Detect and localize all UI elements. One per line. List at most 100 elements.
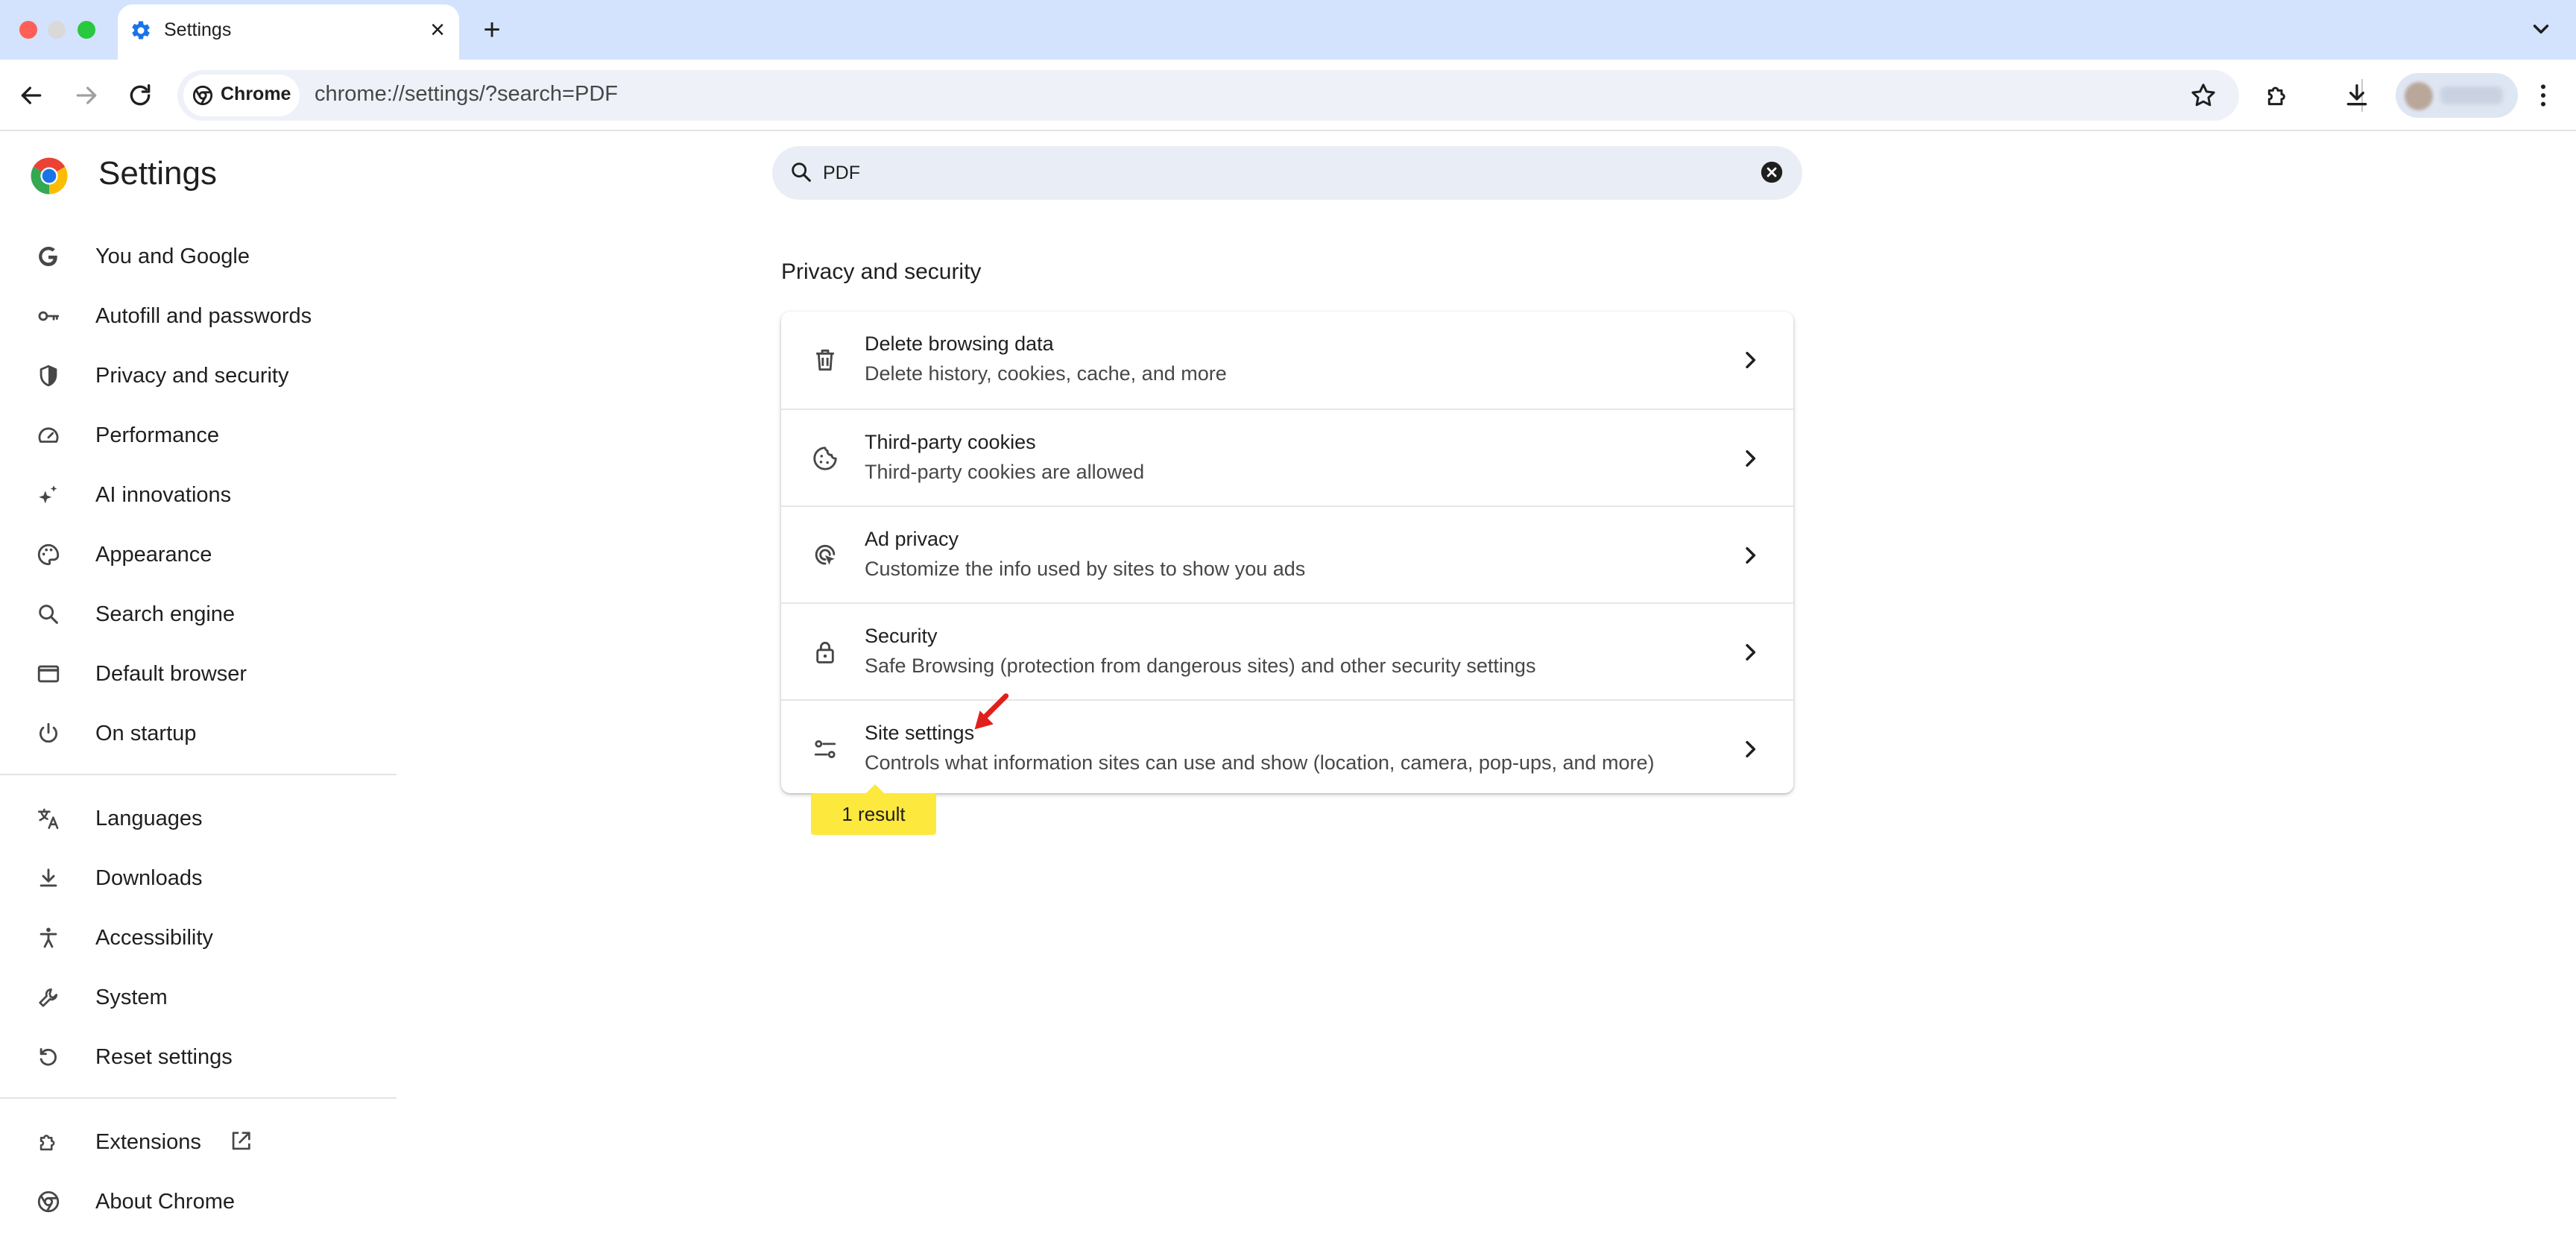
sidebar-item-label: Extensions — [95, 1130, 201, 1154]
sidebar-divider — [0, 774, 397, 775]
wrench-icon — [39, 988, 57, 1007]
browser-window-icon — [37, 665, 60, 683]
sidebar-item-about-chrome[interactable]: About Chrome — [0, 1175, 395, 1227]
privacy-settings-card: Delete browsing data Delete history, coo… — [781, 312, 1793, 793]
row-third-party-cookies[interactable]: Third-party cookies Third-party cookies … — [781, 409, 1793, 507]
sidebar-item-label: System — [95, 986, 168, 1009]
shield-icon — [40, 365, 57, 387]
sparkle-icon — [39, 485, 57, 504]
reset-icon — [40, 1047, 57, 1066]
palette-icon — [37, 543, 60, 566]
sidebar-item-search-engine[interactable]: Search engine — [0, 587, 395, 640]
sidebar-item-performance[interactable]: Performance — [0, 409, 395, 461]
chrome-icon — [192, 85, 213, 106]
new-tab-button[interactable]: + — [477, 13, 507, 46]
sidebar-divider — [0, 1097, 397, 1099]
google-g-icon — [39, 246, 57, 267]
sidebar-item-label: Default browser — [95, 662, 247, 686]
search-icon — [39, 605, 58, 624]
sidebar-item-ai-innovations[interactable]: AI innovations — [0, 468, 395, 520]
result-bubble-tail — [866, 784, 884, 793]
sidebar-item-on-startup[interactable]: On startup — [0, 707, 395, 759]
sidebar-item-label: You and Google — [95, 245, 250, 268]
accessibility-icon — [40, 927, 57, 948]
download-icon[interactable] — [2342, 81, 2372, 110]
tab-title: Settings — [164, 19, 232, 40]
sidebar-item-label: Appearance — [95, 543, 212, 567]
extensions-puzzle-icon[interactable] — [2263, 81, 2293, 110]
chevron-down-icon[interactable] — [2528, 16, 2554, 42]
search-result-count: 1 result — [842, 803, 906, 825]
sidebar-item-label: Search engine — [95, 602, 236, 626]
close-window-button[interactable] — [19, 21, 37, 39]
profile-name-blurred — [2440, 86, 2503, 104]
sidebar-item-label: On startup — [95, 722, 197, 745]
sidebar-item-accessibility[interactable]: Accessibility — [0, 911, 395, 963]
minimize-window-button[interactable] — [48, 21, 66, 39]
gear-icon — [132, 21, 150, 40]
row-title: Third-party cookies — [865, 431, 1036, 453]
chevron-right-icon — [1746, 643, 1756, 661]
key-icon — [38, 311, 60, 321]
chevron-right-icon — [1746, 450, 1756, 467]
annotation-arrow-icon — [974, 693, 1009, 730]
row-delete-browsing-data[interactable]: Delete browsing data Delete history, coo… — [781, 312, 1793, 409]
sidebar-item-label: Accessibility — [95, 926, 213, 950]
row-title: Site settings — [865, 722, 975, 744]
clear-search-icon[interactable] — [1759, 160, 1784, 185]
sidebar-item-label: Privacy and security — [95, 364, 289, 388]
sidebar-item-appearance[interactable]: Appearance — [0, 528, 395, 580]
chevron-right-icon — [1746, 351, 1756, 369]
chrome-logo-icon — [31, 157, 68, 195]
sidebar-item-label: AI innovations — [95, 483, 232, 507]
sidebar-item-reset-settings[interactable]: Reset settings — [0, 1030, 395, 1082]
sidebar-item-label: Autofill and passwords — [95, 304, 312, 328]
tab-close-icon[interactable]: × — [426, 15, 449, 45]
row-subtitle: Controls what information sites can use … — [865, 751, 1655, 774]
lock-icon — [816, 641, 834, 663]
sidebar-item-label: Languages — [95, 807, 203, 830]
back-arrow-icon[interactable] — [16, 81, 46, 110]
settings-search-input[interactable] — [772, 146, 1802, 200]
sidebar-item-label: About Chrome — [95, 1190, 235, 1214]
url-text[interactable]: chrome://settings/?search=PDF — [315, 82, 618, 107]
page-title: Settings — [98, 155, 217, 192]
sidebar-item-label: Performance — [95, 423, 220, 447]
download-icon — [40, 868, 57, 887]
row-security[interactable]: Security Safe Browsing (protection from … — [781, 602, 1793, 701]
chrome-icon — [37, 1191, 60, 1213]
ad-privacy-icon — [815, 544, 836, 565]
sidebar-item-privacy[interactable]: Privacy and security — [0, 349, 395, 401]
sidebar-item-default-browser[interactable]: Default browser — [0, 647, 395, 699]
sidebar-item-system[interactable]: System — [0, 971, 395, 1023]
maximize-window-button[interactable] — [78, 21, 95, 39]
sidebar-item-downloads[interactable]: Downloads — [0, 851, 395, 904]
sidebar-item-you-and-google[interactable]: You and Google — [0, 230, 395, 282]
sidebar-item-extensions[interactable]: Extensions — [0, 1115, 395, 1167]
row-site-settings[interactable]: Site settings Controls what information … — [781, 699, 1793, 795]
row-title: Delete browsing data — [865, 332, 1054, 355]
open-in-new-icon — [232, 1132, 250, 1150]
sidebar-item-label: Downloads — [95, 866, 203, 890]
cookie-icon — [813, 447, 837, 470]
search-icon — [792, 163, 811, 182]
chevron-right-icon — [1746, 740, 1756, 758]
search-query-text[interactable]: PDF — [823, 163, 860, 184]
star-bookmark-icon[interactable] — [2188, 81, 2218, 110]
reload-icon[interactable] — [125, 81, 155, 110]
more-vert-icon[interactable] — [2528, 81, 2558, 110]
row-subtitle: Safe Browsing (protection from dangerous… — [865, 655, 1536, 677]
forward-arrow-icon[interactable] — [72, 81, 101, 110]
row-subtitle: Delete history, cookies, cache, and more — [865, 362, 1227, 385]
row-subtitle: Customize the info used by sites to show… — [865, 558, 1306, 580]
tune-icon — [814, 740, 836, 759]
sidebar-item-autofill[interactable]: Autofill and passwords — [0, 289, 395, 341]
chevron-right-icon — [1746, 546, 1756, 564]
section-title: Privacy and security — [781, 259, 982, 284]
sidebar-item-languages[interactable]: Languages — [0, 792, 395, 844]
speedometer-icon — [38, 427, 59, 443]
row-ad-privacy[interactable]: Ad privacy Customize the info used by si… — [781, 505, 1793, 604]
trash-icon — [816, 349, 834, 371]
row-subtitle: Third-party cookies are allowed — [865, 461, 1145, 483]
site-info-label: Chrome — [221, 83, 291, 104]
